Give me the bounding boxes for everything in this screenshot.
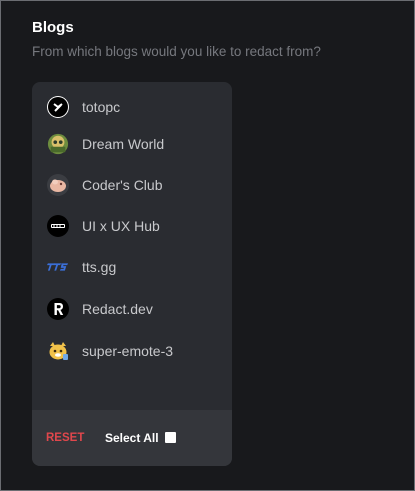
ui-ux-hub-logo-icon <box>47 215 69 237</box>
blog-item-coders-club[interactable]: Coder's Club <box>32 168 232 202</box>
section-subtitle: From which blogs would you like to redac… <box>32 44 321 59</box>
blog-list-panel: totopc Dream World Coder's Club UI x UX … <box>32 82 232 466</box>
blog-item-label: Redact.dev <box>82 301 153 317</box>
select-all-checkbox[interactable] <box>165 432 176 443</box>
blog-item-ui-ux-hub[interactable]: UI x UX Hub <box>32 209 232 243</box>
blog-item-label: UI x UX Hub <box>82 218 160 234</box>
blog-item-label: super-emote-3 <box>82 343 174 359</box>
blog-item-label: Coder's Club <box>82 177 163 193</box>
blog-list-footer: RESET Select All <box>32 410 232 466</box>
blogs-dialog: Blogs From which blogs would you like to… <box>0 0 415 491</box>
dream-world-logo-icon <box>47 133 69 155</box>
blog-item-label: Dream World <box>82 136 165 152</box>
redact-dev-logo-icon <box>47 298 69 320</box>
blog-item-totopc[interactable]: totopc <box>32 90 232 124</box>
super-emote-logo-icon <box>47 340 69 362</box>
blog-item-super-emote-3[interactable]: super-emote-3 <box>32 334 232 368</box>
reset-button[interactable]: RESET <box>46 432 84 444</box>
coders-club-logo-icon <box>47 174 69 196</box>
totopc-logo-icon <box>47 96 69 118</box>
blog-item-label: tts.gg <box>82 259 117 275</box>
section-title: Blogs <box>32 19 74 36</box>
blog-item-label: totopc <box>82 99 121 115</box>
blog-item-redact-dev[interactable]: Redact.dev <box>32 292 232 326</box>
blog-item-dream-world[interactable]: Dream World <box>32 127 232 161</box>
select-all-label[interactable]: Select All <box>105 431 159 445</box>
tts-gg-logo-icon <box>47 256 69 278</box>
blog-item-tts-gg[interactable]: tts.gg <box>32 250 232 284</box>
